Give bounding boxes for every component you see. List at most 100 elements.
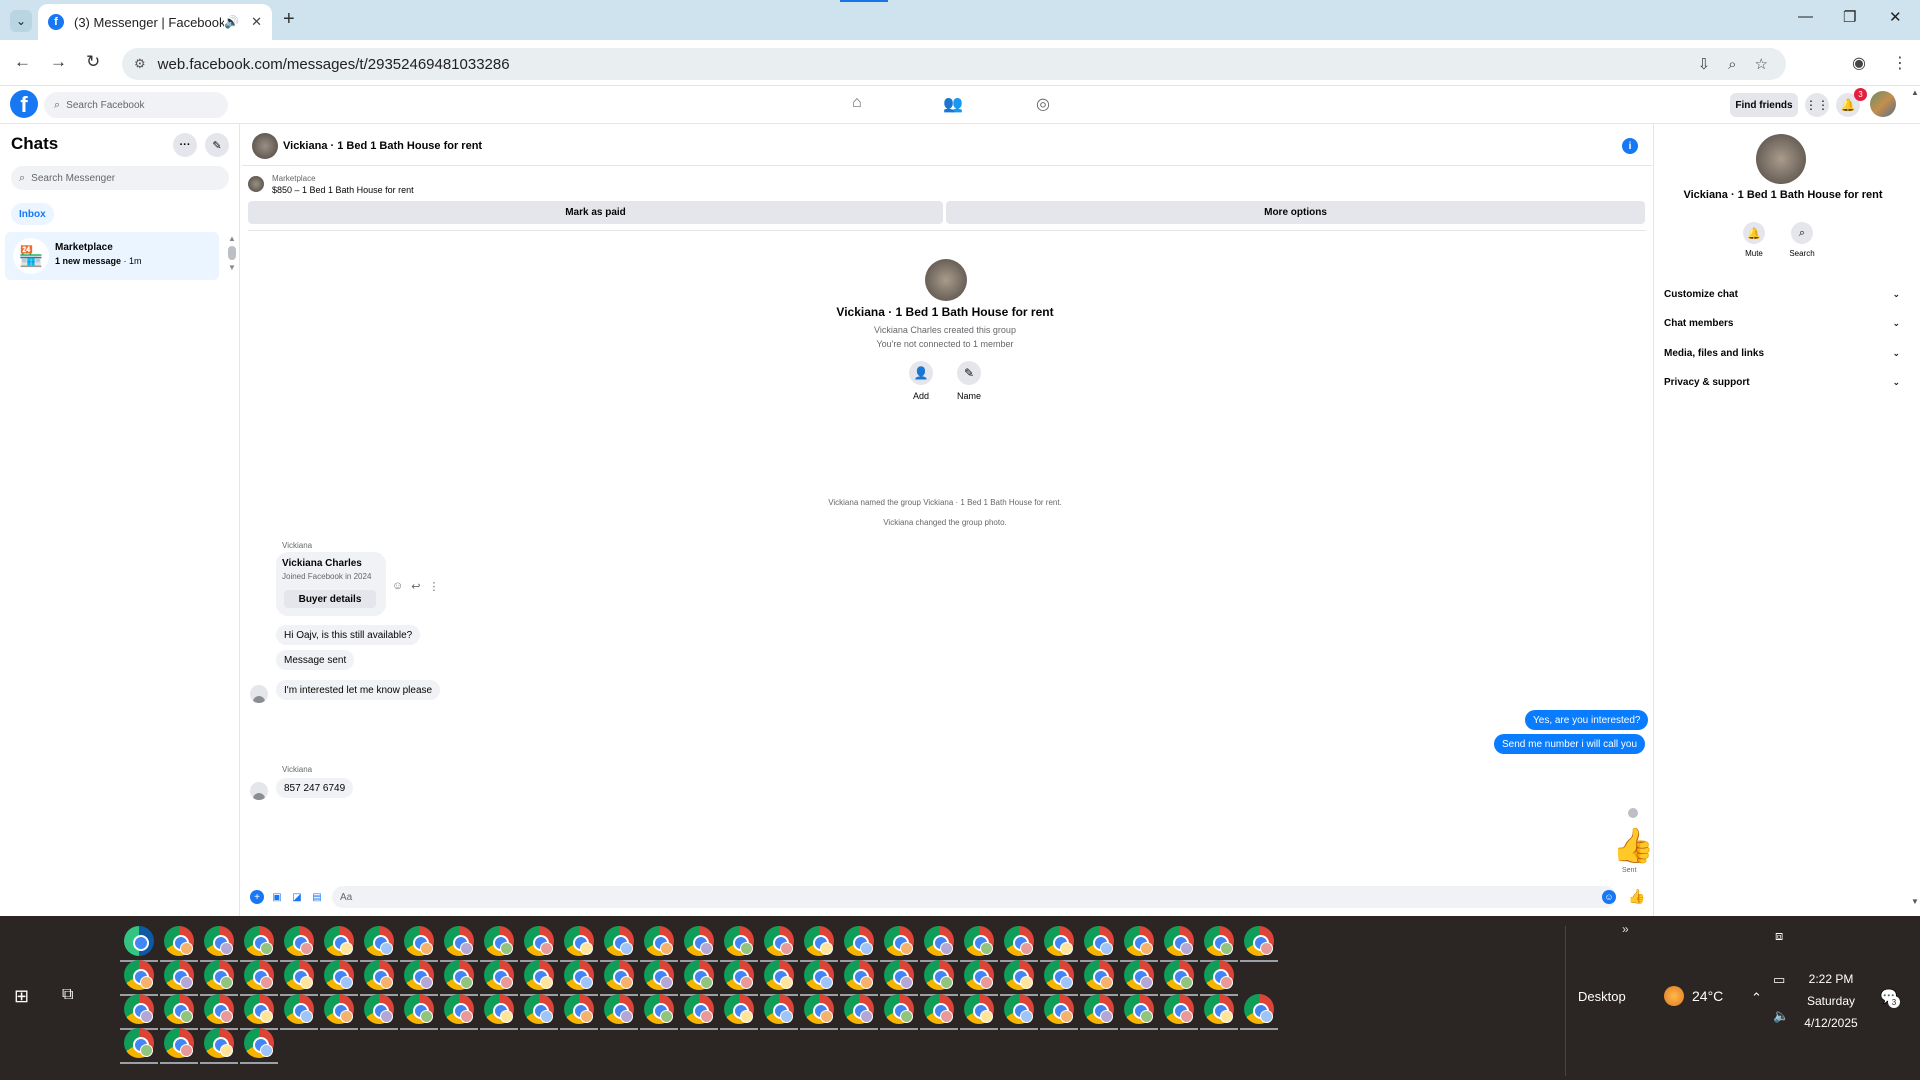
menu-grid-icon[interactable]: ⋮⋮ bbox=[1805, 93, 1829, 117]
chrome-profile-icon[interactable] bbox=[880, 926, 918, 962]
chrome-profile-icon[interactable] bbox=[1000, 926, 1038, 962]
chrome-profile-icon[interactable] bbox=[120, 994, 158, 1030]
chrome-profile-icon[interactable] bbox=[480, 994, 518, 1030]
message-bubble-incoming[interactable]: I'm interested let me know please bbox=[276, 680, 441, 700]
scroll-down-arrow-icon[interactable]: ▼ bbox=[1910, 897, 1920, 906]
chrome-profile-icon[interactable] bbox=[800, 926, 838, 962]
chrome-profile-icon[interactable] bbox=[880, 960, 918, 996]
windows-start-icon[interactable]: ⊞ bbox=[14, 986, 29, 1007]
chrome-profile-icon[interactable] bbox=[240, 994, 278, 1030]
chrome-profile-icon[interactable] bbox=[1160, 926, 1198, 962]
chat-header-avatar[interactable] bbox=[252, 133, 278, 159]
chrome-profile-icon[interactable] bbox=[1040, 994, 1078, 1030]
chrome-profile-icon[interactable] bbox=[920, 960, 958, 996]
messenger-search-input[interactable]: ⌕ Search Messenger bbox=[11, 166, 229, 190]
message-bubble-incoming[interactable]: 857 247 6749 bbox=[276, 778, 354, 798]
chrome-profile-icon[interactable] bbox=[680, 960, 718, 996]
forward-button[interactable]: → bbox=[50, 52, 67, 72]
chrome-profile-icon[interactable] bbox=[160, 1028, 198, 1064]
speaker-icon[interactable]: 🔊 bbox=[224, 15, 239, 29]
chrome-profile-icon[interactable] bbox=[600, 994, 638, 1030]
chrome-profile-icon[interactable] bbox=[960, 926, 998, 962]
desktop-toolbar-label[interactable]: Desktop bbox=[1578, 989, 1626, 1004]
chrome-profile-icon[interactable] bbox=[1240, 926, 1278, 962]
scroll-track[interactable] bbox=[1910, 97, 1920, 897]
chrome-profile-icon[interactable] bbox=[1160, 960, 1198, 996]
chrome-profile-icon[interactable] bbox=[1080, 994, 1118, 1030]
display-icon[interactable]: ▭ bbox=[1773, 972, 1785, 988]
browser-tab-messenger[interactable]: f (3) Messenger | Facebook 🔊 ✕ bbox=[38, 4, 272, 40]
chrome-profile-icon[interactable] bbox=[160, 926, 198, 962]
chrome-profile-icon[interactable] bbox=[1200, 926, 1238, 962]
chat-header-title[interactable]: Vickiana · 1 Bed 1 Bath House for rent bbox=[283, 140, 482, 152]
browser-menu-icon[interactable]: ⋮ bbox=[1892, 53, 1908, 73]
chrome-profile-icon[interactable] bbox=[640, 994, 678, 1030]
home-icon[interactable]: ⌂ bbox=[852, 94, 862, 112]
chrome-profile-icon[interactable] bbox=[240, 926, 278, 962]
chrome-profile-icon[interactable] bbox=[1080, 960, 1118, 996]
thumbs-up-sticker-icon[interactable]: 👍 bbox=[1612, 826, 1654, 866]
chrome-profile-icon[interactable] bbox=[1120, 960, 1158, 996]
edge-browser-icon[interactable] bbox=[120, 926, 158, 962]
buyer-details-button[interactable]: Buyer details bbox=[284, 590, 376, 608]
chrome-profile-icon[interactable] bbox=[720, 994, 758, 1030]
reload-button[interactable]: ↻ bbox=[86, 52, 100, 72]
chrome-profile-icon[interactable] bbox=[280, 960, 318, 996]
chrome-profile-icon[interactable] bbox=[720, 960, 758, 996]
inbox-filter-tab[interactable]: Inbox bbox=[11, 203, 54, 225]
page-scrollbar[interactable]: ▲ ▼ bbox=[1910, 88, 1920, 916]
chrome-profile-icon[interactable] bbox=[760, 994, 798, 1030]
chrome-profile-icon[interactable] bbox=[520, 960, 558, 996]
chrome-profile-icon[interactable] bbox=[1040, 926, 1078, 962]
new-tab-button[interactable]: + bbox=[283, 8, 295, 31]
chrome-profile-icon[interactable] bbox=[120, 960, 158, 996]
zoom-icon[interactable]: ⌕ bbox=[1728, 56, 1736, 73]
chrome-profile-icon[interactable] bbox=[800, 994, 838, 1030]
chrome-profile-icon[interactable] bbox=[1000, 960, 1038, 996]
media-files-links-row[interactable]: Media, files and links ⌄ bbox=[1664, 342, 1900, 364]
chrome-profile-icon[interactable] bbox=[1040, 960, 1078, 996]
chrome-profile-icon[interactable] bbox=[560, 994, 598, 1030]
scroll-up-arrow-icon[interactable]: ▲ bbox=[1910, 88, 1920, 97]
chrome-profile-icon[interactable] bbox=[200, 1028, 238, 1064]
chat-list-item-marketplace[interactable]: 🏪 Marketplace 1 new message · 1m bbox=[5, 232, 219, 280]
mark-as-paid-button[interactable]: Mark as paid bbox=[248, 201, 943, 224]
task-view-icon[interactable]: ⧉ bbox=[62, 986, 73, 1004]
chrome-profile-icon[interactable] bbox=[440, 994, 478, 1030]
chrome-profile-icon[interactable] bbox=[520, 994, 558, 1030]
chrome-profile-icon[interactable] bbox=[800, 960, 838, 996]
chrome-profile-icon[interactable] bbox=[360, 960, 398, 996]
chrome-profile-icon[interactable] bbox=[1200, 960, 1238, 996]
chrome-profile-icon[interactable] bbox=[1200, 994, 1238, 1030]
chrome-profile-icon[interactable] bbox=[960, 960, 998, 996]
sidebar-scrollbar[interactable]: ▲ ▼ bbox=[227, 234, 237, 280]
react-emoji-icon[interactable]: ☺ bbox=[392, 580, 403, 593]
chrome-profile-icon[interactable] bbox=[960, 994, 998, 1030]
chrome-profile-icon[interactable] bbox=[400, 960, 438, 996]
customize-chat-row[interactable]: Customize chat ⌄ bbox=[1664, 283, 1900, 305]
search-conversation-button[interactable]: ⌕ Search bbox=[1782, 222, 1822, 258]
taskbar-overflow-icon[interactable]: » bbox=[1622, 922, 1629, 936]
chrome-profile-icon[interactable] bbox=[1240, 994, 1278, 1030]
chrome-profile-icon[interactable] bbox=[440, 960, 478, 996]
close-window-button[interactable]: ✕ bbox=[1889, 8, 1902, 26]
volume-icon[interactable]: 🔈 bbox=[1773, 1008, 1789, 1024]
chrome-profile-icon[interactable] bbox=[760, 960, 798, 996]
marketplace-listing-bar[interactable]: Marketplace $850 – 1 Bed 1 Bath House fo… bbox=[248, 172, 1648, 198]
send-like-icon[interactable]: 👍 bbox=[1628, 888, 1645, 905]
account-avatar[interactable] bbox=[1870, 91, 1896, 117]
chrome-profile-icon[interactable] bbox=[920, 926, 958, 962]
chrome-profile-icon[interactable] bbox=[160, 994, 198, 1030]
more-actions-icon[interactable]: ⋮ bbox=[428, 580, 439, 593]
message-bubble-incoming[interactable]: Hi Oajv, is this still available? bbox=[276, 625, 421, 645]
chat-members-row[interactable]: Chat members ⌄ bbox=[1664, 312, 1900, 334]
conversation-info-icon[interactable]: i bbox=[1622, 138, 1638, 154]
privacy-support-row[interactable]: Privacy & support ⌄ bbox=[1664, 371, 1900, 393]
screen-record-icon[interactable]: ⧈ bbox=[1775, 928, 1783, 944]
chrome-profile-icon[interactable] bbox=[200, 960, 238, 996]
photo-icon[interactable]: ▣ bbox=[270, 890, 284, 904]
restore-button[interactable]: ❐ bbox=[1843, 8, 1856, 26]
action-center-icon[interactable]: 💬 3 bbox=[1880, 988, 1900, 1008]
chrome-profile-icon[interactable] bbox=[320, 926, 358, 962]
chrome-profile-icon[interactable] bbox=[840, 926, 878, 962]
